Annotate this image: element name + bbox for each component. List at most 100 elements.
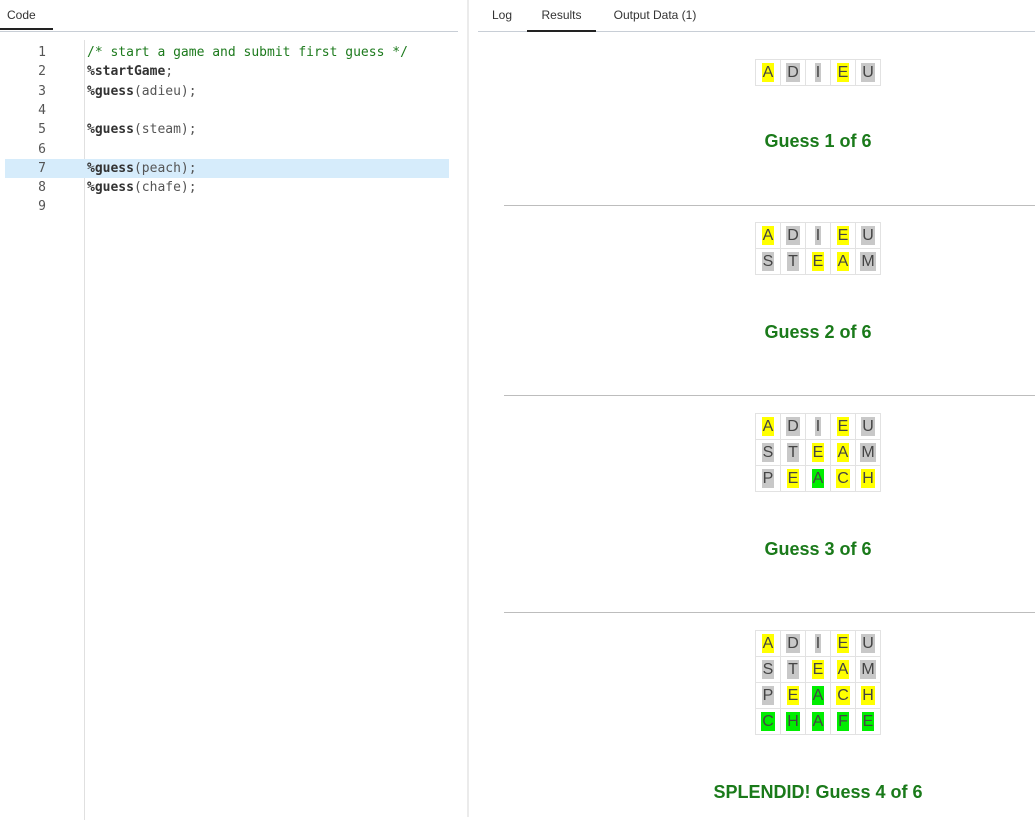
letter-cell: H — [855, 682, 881, 709]
letter-present: C — [836, 469, 850, 488]
code-pane: Code 1 /* start a game and submit first g… — [0, 0, 467, 820]
code-text: %guess(adieu); — [87, 82, 197, 101]
letter-cell: A — [755, 630, 781, 657]
code-editor[interactable]: 1 /* start a game and submit first guess … — [0, 40, 458, 820]
letter-absent: D — [786, 417, 800, 436]
letter-cell: I — [805, 59, 831, 86]
letter-absent: U — [861, 226, 875, 245]
letter-present: A — [836, 660, 850, 679]
letter-cell: E — [780, 682, 806, 709]
letter-absent: D — [786, 63, 800, 82]
letter-present: C — [836, 686, 850, 705]
letter-present: H — [861, 469, 875, 488]
letter-cell: M — [855, 248, 881, 275]
guess-row: PEACH — [755, 682, 881, 709]
letter-cell: S — [755, 656, 781, 683]
tab-results[interactable]: Results — [527, 0, 596, 32]
letter-cell: A — [830, 248, 856, 275]
letter-cell: T — [780, 656, 806, 683]
letter-cell: H — [855, 465, 881, 492]
letter-present: A — [761, 634, 775, 653]
letter-present: A — [836, 443, 850, 462]
letter-cell: U — [855, 222, 881, 249]
letter-cell: U — [855, 630, 881, 657]
letter-cell: E — [830, 222, 856, 249]
code-text: %guess(steam); — [87, 120, 197, 139]
code-line[interactable]: 5 %guess(steam); — [5, 120, 449, 139]
letter-present: A — [761, 417, 775, 436]
letter-absent: D — [786, 634, 800, 653]
letter-present: E — [836, 417, 850, 436]
code-args: ; — [165, 64, 174, 80]
code-line[interactable]: 3 %guess(adieu); — [5, 82, 449, 101]
letter-cell: A — [755, 59, 781, 86]
letter-absent: U — [861, 634, 875, 653]
code-line[interactable]: 7 %guess(peach); — [5, 158, 449, 178]
line-number: 3 — [38, 83, 46, 99]
line-number: 4 — [38, 102, 46, 118]
block-divider — [504, 205, 1035, 206]
line-number: 1 — [38, 45, 46, 60]
results-pane: Log Results Output Data (1) A D I E U Guess 1… — [469, 0, 1035, 817]
code-line[interactable]: 1 /* start a game and submit first guess … — [5, 43, 449, 62]
guess-grid: ADIEU — [755, 59, 881, 86]
letter-correct: F — [837, 712, 849, 731]
macro-keyword: %guess — [87, 180, 134, 196]
letter-cell: A — [830, 439, 856, 466]
letter-absent: I — [814, 634, 822, 653]
letter-cell: H — [780, 708, 806, 735]
code-text: %guess(chafe); — [87, 178, 197, 197]
letter-absent: M — [860, 443, 876, 462]
letter-correct: H — [786, 712, 800, 731]
letter-present: E — [811, 252, 825, 271]
guess-status-title: Guess 3 of 6 — [764, 539, 872, 559]
tab-log[interactable]: Log — [478, 0, 526, 30]
letter-absent: P — [761, 469, 775, 488]
results-content: A D I E U Guess 1 of 6 A D I E U S T E A M Guess 2 of 6A… — [469, 32, 1035, 817]
letter-cell: P — [755, 682, 781, 709]
letter-cell: E — [830, 630, 856, 657]
letter-cell: M — [855, 439, 881, 466]
letter-present: E — [786, 469, 800, 488]
letter-absent: I — [814, 63, 822, 82]
letter-absent: P — [761, 686, 775, 705]
line-number: 9 — [38, 199, 46, 215]
letter-absent: T — [787, 443, 799, 462]
letter-cell: A — [755, 222, 781, 249]
letter-cell: I — [805, 630, 831, 657]
guess-row: PEACH — [755, 465, 881, 492]
code-line[interactable]: 2 %startGame; — [5, 62, 449, 81]
letter-present: A — [836, 252, 850, 271]
code-text: /* start a game and submit first guess *… — [87, 43, 408, 62]
letter-present: E — [836, 63, 850, 82]
letter-absent: S — [761, 252, 775, 271]
letter-correct: A — [811, 712, 825, 731]
code-text: %startGame; — [87, 62, 173, 81]
guess-status-title: SPLENDID! Guess 4 of 6 — [713, 782, 923, 802]
code-line[interactable]: 8 %guess(chafe); — [5, 178, 449, 197]
letter-cell: C — [830, 465, 856, 492]
line-number: 6 — [38, 141, 46, 157]
letter-correct: A — [811, 686, 825, 705]
letter-present: E — [786, 686, 800, 705]
letter-present: E — [836, 634, 850, 653]
code-line[interactable]: 9 — [5, 197, 449, 216]
code-line[interactable]: 6 — [5, 140, 449, 159]
letter-absent: I — [814, 226, 822, 245]
code-text: %guess(peach); — [87, 159, 197, 178]
letter-present: E — [811, 660, 825, 679]
guess-status-title: Guess 1 of 6 — [764, 131, 872, 151]
tab-code[interactable]: Code — [0, 0, 53, 30]
letter-cell: S — [755, 248, 781, 275]
line-number: 8 — [38, 180, 46, 196]
line-number: 5 — [38, 122, 46, 138]
letter-cell: U — [855, 413, 881, 440]
results-tab-bar: Log Results Output Data (1) — [478, 0, 1035, 32]
letter-cell: A — [805, 708, 831, 735]
macro-keyword: %startGame — [87, 64, 166, 80]
letter-present: E — [836, 226, 850, 245]
letter-correct: E — [861, 712, 875, 731]
guess-row: ADIEU — [755, 59, 881, 86]
code-line[interactable]: 4 — [5, 101, 449, 120]
tab-output-data[interactable]: Output Data (1) — [605, 0, 705, 30]
